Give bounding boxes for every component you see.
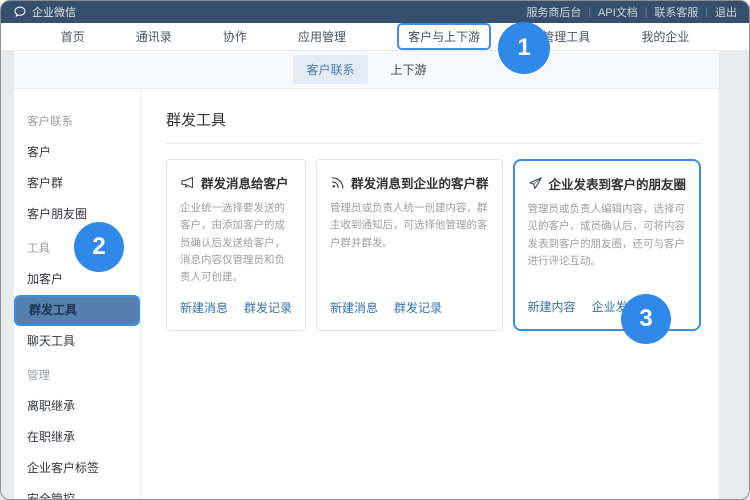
new-message-link[interactable]: 新建消息 <box>180 299 228 316</box>
panel-body: 客户联系 客户 客户群 客户朋友圈 工具 加客户 群发工具 聊天工具 管理 离职… <box>14 89 719 499</box>
card-title: 群发消息到企业的客户群 <box>351 173 489 192</box>
topbar-links: 服务商后台 | API文档 | 联系客服 | 退出 <box>526 4 737 20</box>
content-panel: 客户联系 上下游 客户联系 客户 客户群 客户朋友圈 工具 加客户 群发工具 聊… <box>14 51 719 499</box>
card-description: 管理员或负责人编辑内容，选择可见的客户，成员确认后，可将内容发表到客户的朋友圈，… <box>528 201 687 286</box>
broadcast-icon <box>330 175 345 190</box>
nav-item-my-company[interactable]: 我的企业 <box>641 28 689 45</box>
page-background: 客户联系 上下游 客户联系 客户 客户群 客户朋友圈 工具 加客户 群发工具 聊… <box>1 51 749 499</box>
sidebar-item-chat-tools[interactable]: 聊天工具 <box>14 326 140 357</box>
nav-item-customers[interactable]: 客户与上下游 <box>397 23 491 50</box>
feature-cards: 群发消息给客户 企业统一选择要发送的客户，由添加客户的成员确认后发送给客户，消息… <box>166 159 701 331</box>
card-publish-to-customer-moments: 企业发表到客户的朋友圈 管理员或负责人编辑内容，选择可见的客户，成员确认后，可将… <box>513 159 702 331</box>
sidebar-section-management: 管理 <box>14 361 140 391</box>
nav-item-home[interactable]: 首页 <box>61 28 85 45</box>
tab-upstream-downstream[interactable]: 上下游 <box>378 55 440 84</box>
separator: | <box>645 7 648 18</box>
separator: | <box>705 7 708 18</box>
sidebar-item-customer-tags[interactable]: 企业客户标签 <box>14 453 140 484</box>
card-group-message-to-customer-groups: 群发消息到企业的客户群 管理员或负责人统一创建内容，群主收到通知后，可选择他管理… <box>316 159 503 331</box>
sidebar-item-resigned-handover[interactable]: 离职继承 <box>14 391 140 422</box>
card-description: 管理员或负责人统一创建内容，群主收到通知后，可选择他管理的客户群并群发。 <box>330 200 489 287</box>
contact-support-link[interactable]: 联系客服 <box>654 4 698 20</box>
main-nav: 首页 通讯录 协作 应用管理 客户与上下游 管理工具 我的企业 <box>1 23 749 51</box>
provider-console-link[interactable]: 服务商后台 <box>526 4 581 20</box>
sidebar-item-customer-moments[interactable]: 客户朋友圈 <box>14 199 140 230</box>
brand: 企业微信 <box>13 4 76 20</box>
step-1-badge: 1 <box>498 22 550 74</box>
paper-plane-icon <box>528 176 543 191</box>
main-content: 群发工具 群发消息给客户 <box>141 89 719 499</box>
sidebar-item-security-control[interactable]: 安全管控 <box>14 484 140 500</box>
sidebar-item-customer-groups[interactable]: 客户群 <box>14 168 140 199</box>
tab-customer-contact[interactable]: 客户联系 <box>293 55 367 84</box>
sub-tabs: 客户联系 上下游 <box>14 51 719 89</box>
nav-item-apps[interactable]: 应用管理 <box>298 28 346 45</box>
topbar: 企业微信 服务商后台 | API文档 | 联系客服 | 退出 <box>1 1 749 23</box>
message-history-link[interactable]: 群发记录 <box>244 299 292 316</box>
sidebar-item-onjob-handover[interactable]: 在职继承 <box>14 422 140 453</box>
new-message-link[interactable]: 新建消息 <box>330 299 378 316</box>
separator: | <box>588 7 591 18</box>
api-docs-link[interactable]: API文档 <box>598 4 638 20</box>
logout-link[interactable]: 退出 <box>715 4 737 20</box>
step-2-badge: 2 <box>74 222 124 272</box>
sidebar-item-customers[interactable]: 客户 <box>14 137 140 168</box>
megaphone-icon <box>180 175 195 190</box>
card-description: 企业统一选择要发送的客户，由添加客户的成员确认后发送给客户，消息内容仅管理员和负… <box>180 200 292 287</box>
sidebar: 客户联系 客户 客户群 客户朋友圈 工具 加客户 群发工具 聊天工具 管理 离职… <box>14 89 141 499</box>
message-history-link[interactable]: 群发记录 <box>394 299 442 316</box>
sidebar-section-customer-contact: 客户联系 <box>14 107 140 137</box>
wecom-logo-icon <box>13 5 27 19</box>
sidebar-item-add-customer[interactable]: 加客户 <box>14 264 140 295</box>
sidebar-item-group-message-tools[interactable]: 群发工具 <box>14 295 140 326</box>
card-title: 群发消息给客户 <box>201 173 289 192</box>
nav-item-contacts[interactable]: 通讯录 <box>136 28 172 45</box>
card-title: 企业发表到客户的朋友圈 <box>549 174 687 193</box>
brand-name: 企业微信 <box>32 4 76 20</box>
step-3-badge: 3 <box>621 294 671 344</box>
card-group-message-to-customers: 群发消息给客户 企业统一选择要发送的客户，由添加客户的成员确认后发送给客户，消息… <box>166 159 306 331</box>
wecom-admin-window: 企业微信 服务商后台 | API文档 | 联系客服 | 退出 首页 通讯录 协作… <box>0 0 750 500</box>
page-title: 群发工具 <box>166 109 701 130</box>
title-divider <box>166 143 701 144</box>
nav-item-collaboration[interactable]: 协作 <box>223 28 247 45</box>
new-content-link[interactable]: 新建内容 <box>528 298 576 315</box>
